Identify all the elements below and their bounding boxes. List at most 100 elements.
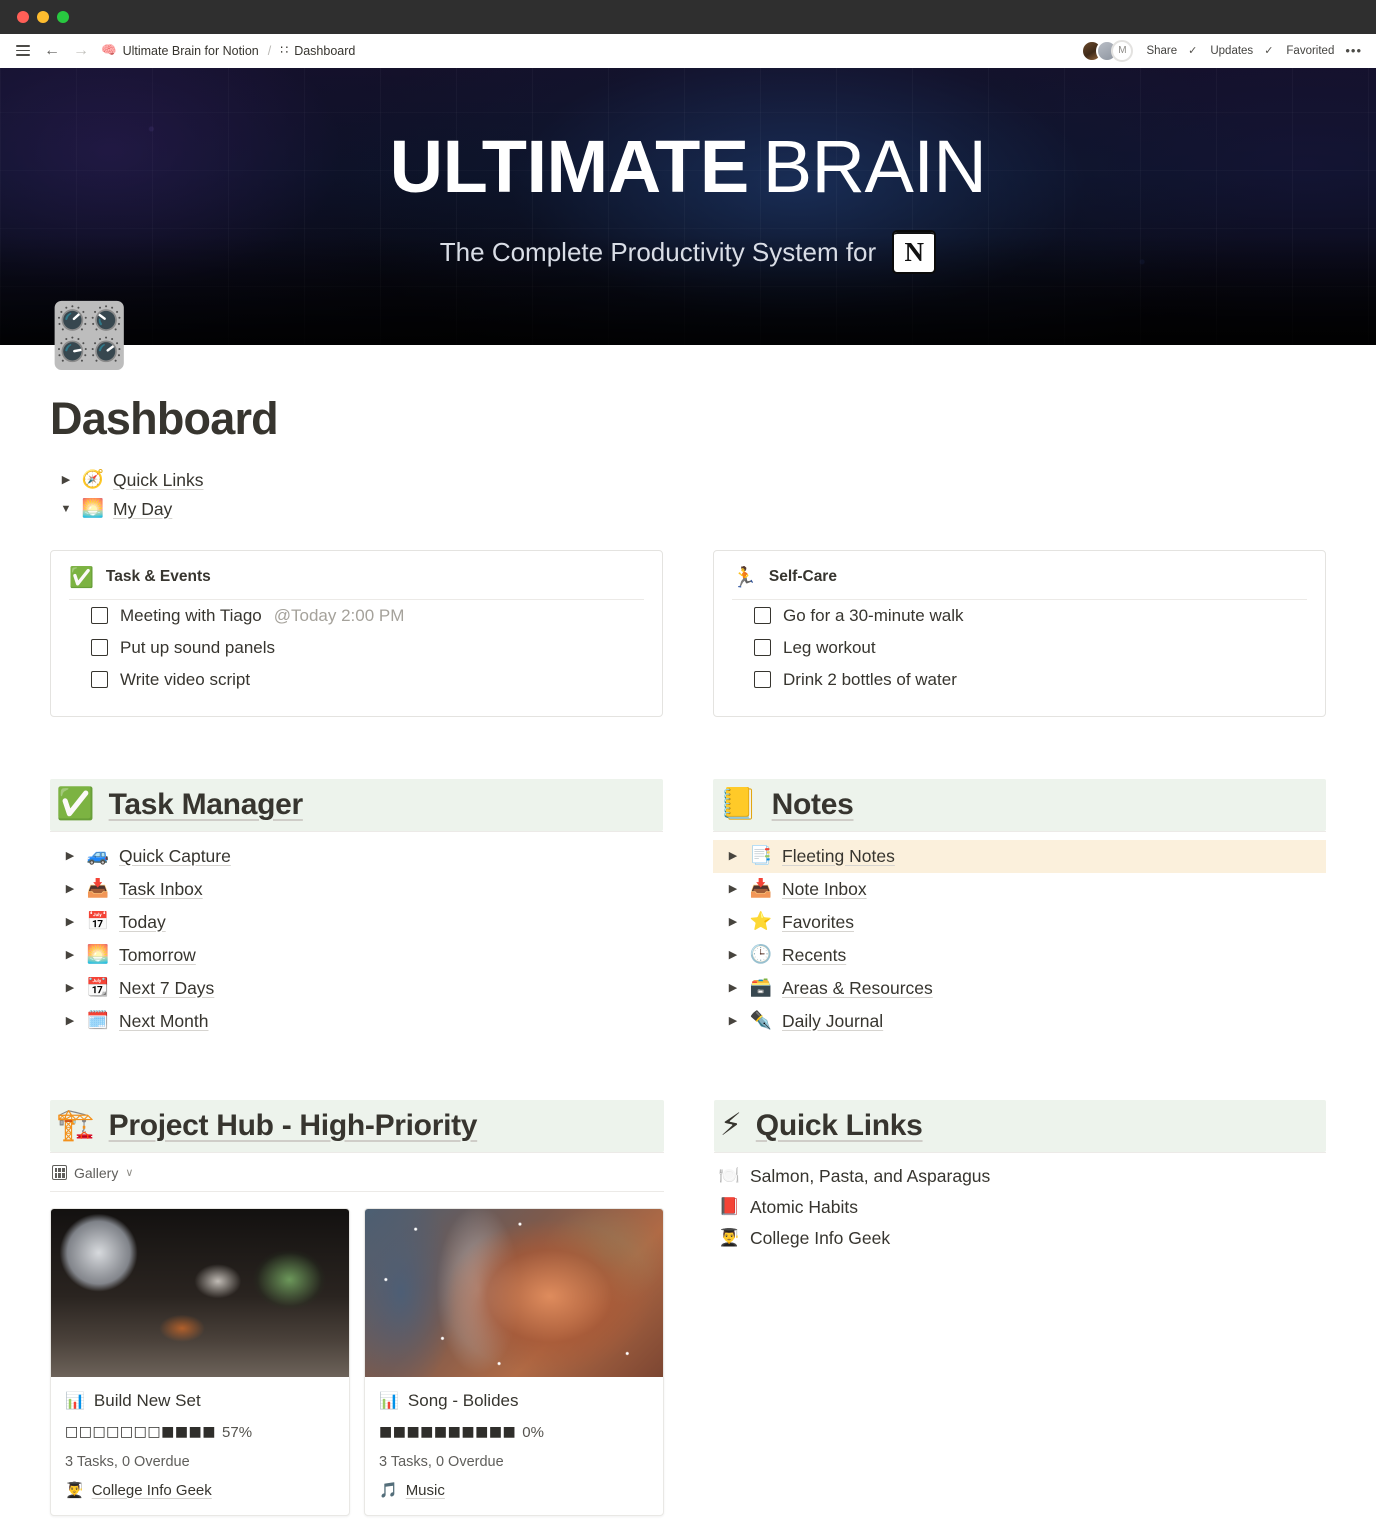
list-item-label[interactable]: Task Inbox [119, 879, 203, 900]
list-item-label[interactable]: Atomic Habits [750, 1197, 858, 1218]
task-manager-list: ▶ 🚙 Quick Capture ▶ 📥 Task Inbox ▶ 📅 Tod… [50, 840, 663, 1038]
list-item-label[interactable]: Recents [782, 945, 846, 966]
list-item[interactable]: ▶ 🗃️ Areas & Resources [713, 972, 1326, 1005]
arrow-left-icon[interactable]: ← [43, 42, 61, 60]
list-item-label[interactable]: Areas & Resources [782, 978, 933, 999]
toggle-quick-links[interactable]: ▶ 🧭 Quick Links [50, 466, 1326, 495]
list-item-label[interactable]: Quick Capture [119, 846, 231, 867]
chevron-right-icon[interactable]: ▶ [726, 883, 740, 895]
notes-header[interactable]: 📒 Notes [713, 778, 1326, 831]
list-item[interactable]: ▶ ✒️ Daily Journal [713, 1005, 1326, 1038]
list-item-label[interactable]: Favorites [782, 912, 854, 933]
checkbox[interactable] [754, 671, 771, 688]
card-tag-row[interactable]: 👨‍🎓 College Info Geek [65, 1482, 335, 1499]
list-item-label[interactable]: Daily Journal [782, 1011, 883, 1032]
window-close-button[interactable] [17, 11, 29, 23]
hamburger-icon[interactable] [14, 42, 32, 60]
list-item-label[interactable]: College Info Geek [750, 1228, 890, 1249]
chevron-right-icon[interactable]: ▶ [63, 916, 77, 928]
todo-item[interactable]: Write video script [69, 664, 644, 696]
todo-item[interactable]: Drink 2 bottles of water [732, 664, 1307, 696]
toggle-my-day[interactable]: ▼ 🌅 My Day [50, 495, 1326, 524]
notes-title[interactable]: Notes [772, 788, 854, 822]
checkbox[interactable] [91, 639, 108, 656]
gallery-view-toolbar[interactable]: Gallery ∨ [50, 1153, 664, 1192]
list-item[interactable]: ▶ 🗓️ Next Month [50, 1005, 663, 1038]
list-item[interactable]: ▶ 🌅 Tomorrow [50, 939, 663, 972]
todo-mention[interactable]: @Today 2:00 PM [274, 606, 405, 626]
chevron-right-icon[interactable]: ▶ [63, 850, 77, 862]
more-options-icon[interactable]: ••• [1345, 43, 1362, 58]
arrow-right-icon[interactable]: → [72, 42, 90, 60]
card-title[interactable]: Song - Bolides [408, 1391, 519, 1411]
avatar[interactable]: M [1111, 39, 1134, 62]
list-item[interactable]: 🍽️ Salmon, Pasta, and Asparagus [714, 1161, 1326, 1192]
project-hub-title[interactable]: Project Hub - High-Priority [109, 1109, 478, 1143]
project-hub-header[interactable]: 🏗️ Project Hub - High-Priority [50, 1099, 664, 1152]
breadcrumb-parent-link[interactable]: Ultimate Brain for Notion [123, 44, 259, 58]
list-item-label[interactable]: Next 7 Days [119, 978, 214, 999]
list-item-label[interactable]: Today [119, 912, 166, 933]
chevron-right-icon[interactable]: ▶ [726, 1015, 740, 1027]
chevron-right-icon[interactable]: ▶ [63, 883, 77, 895]
task-manager-header[interactable]: ✅ Task Manager [50, 778, 663, 831]
gallery-card[interactable]: 📊 Song - Bolides ■■■■■■■■■■ 0% 3 Tasks, … [364, 1207, 664, 1516]
share-button[interactable]: Share [1146, 45, 1177, 57]
toggle-label[interactable]: My Day [113, 499, 172, 520]
chevron-right-icon[interactable]: ▶ [726, 982, 740, 994]
toggle-label[interactable]: Quick Links [113, 470, 203, 491]
task-manager-section: ✅ Task Manager ▶ 🚙 Quick Capture ▶ 📥 Tas… [50, 778, 663, 1038]
card-title[interactable]: Build New Set [94, 1391, 201, 1411]
todo-label: Meeting with Tiago [120, 605, 262, 625]
list-item[interactable]: ▶ 📑 Fleeting Notes [713, 839, 1326, 873]
list-item-label[interactable]: Fleeting Notes [782, 846, 895, 867]
checkbox[interactable] [91, 671, 108, 688]
list-item-label[interactable]: Salmon, Pasta, and Asparagus [750, 1166, 990, 1187]
list-item[interactable]: ▶ 📆 Next 7 Days [50, 972, 663, 1005]
chevron-right-icon[interactable]: ▶ [63, 949, 77, 961]
list-item[interactable]: ▶ 📅 Today [50, 906, 663, 939]
chevron-right-icon[interactable]: ▶ [726, 949, 740, 961]
list-item[interactable]: ▶ 📥 Note Inbox [713, 873, 1326, 906]
card-tag-label[interactable]: Music [406, 1482, 445, 1499]
todo-item[interactable]: Put up sound panels [69, 632, 644, 664]
list-item[interactable]: ▶ ⭐ Favorites [713, 906, 1326, 939]
chevron-right-icon[interactable]: ▶ [63, 1015, 77, 1027]
gallery-card[interactable]: 📊 Build New Set □□□□□□□■■■■ 57% 3 Tasks,… [50, 1207, 350, 1516]
task-manager-title[interactable]: Task Manager [109, 788, 304, 822]
breadcrumb-current-link[interactable]: Dashboard [294, 44, 355, 58]
updates-button[interactable]: Updates [1210, 45, 1253, 57]
card-task-summary: 3 Tasks, 0 Overdue [65, 1453, 190, 1470]
page-icon[interactable]: 🎛️ [50, 304, 128, 367]
list-item[interactable]: ▶ 🕒 Recents [713, 939, 1326, 972]
gallery-view-label[interactable]: Gallery [74, 1165, 118, 1181]
chevron-right-icon[interactable]: ▶ [726, 850, 740, 862]
card-cover-image [365, 1208, 663, 1377]
window-minimize-button[interactable] [37, 11, 49, 23]
todo-item[interactable]: Go for a 30-minute walk [732, 600, 1307, 632]
card-tag-label[interactable]: College Info Geek [92, 1482, 212, 1499]
list-item[interactable]: ▶ 📥 Task Inbox [50, 873, 663, 906]
checkbox[interactable] [754, 639, 771, 656]
card-tag-row[interactable]: 🎵 Music [379, 1482, 649, 1499]
quick-links-header[interactable]: ⚡ Quick Links [714, 1099, 1326, 1152]
chevron-right-icon[interactable]: ▶ [63, 982, 77, 994]
chevron-down-icon[interactable]: ▼ [59, 503, 73, 515]
checkbox[interactable] [754, 607, 771, 624]
todo-item[interactable]: Meeting with Tiago @Today 2:00 PM [69, 600, 644, 632]
breadcrumb-separator: / [267, 43, 272, 58]
list-item[interactable]: ▶ 🚙 Quick Capture [50, 840, 663, 873]
list-item-label[interactable]: Next Month [119, 1011, 208, 1032]
todo-item[interactable]: Leg workout [732, 632, 1307, 664]
chevron-right-icon[interactable]: ▶ [59, 474, 73, 486]
favorited-button[interactable]: Favorited [1286, 45, 1334, 57]
list-item[interactable]: 👨‍🎓 College Info Geek [714, 1223, 1326, 1254]
chevron-right-icon[interactable]: ▶ [726, 916, 740, 928]
list-item-label[interactable]: Tomorrow [119, 945, 196, 966]
checkbox[interactable] [91, 607, 108, 624]
window-maximize-button[interactable] [57, 11, 69, 23]
quick-links-title[interactable]: Quick Links [756, 1109, 923, 1143]
list-item-label[interactable]: Note Inbox [782, 879, 867, 900]
list-item[interactable]: 📕 Atomic Habits [714, 1192, 1326, 1223]
chevron-down-icon[interactable]: ∨ [125, 1166, 133, 1179]
